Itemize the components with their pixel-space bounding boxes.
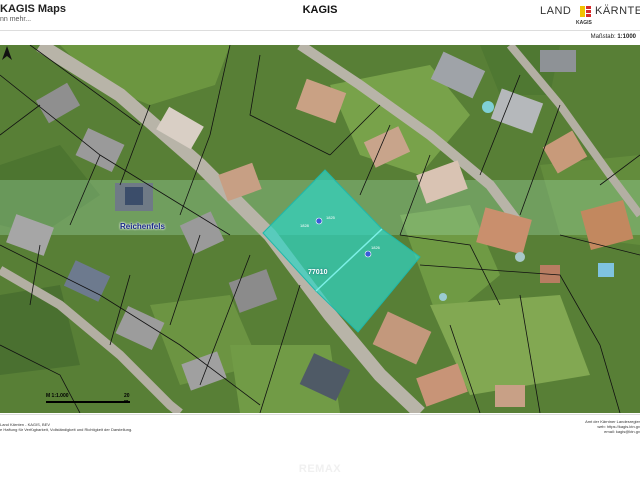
- parcel-number: 1825: [326, 215, 335, 220]
- parcel-marker-lower: [364, 250, 372, 258]
- footer: Land Kärnten - KAGIS, BEV e Haftung für …: [0, 414, 640, 437]
- header: KAGIS Maps nn mehr... KAGIS LAND KÄRNTEN…: [0, 0, 640, 30]
- parcel-number: 1828: [300, 223, 309, 228]
- scale-label: Maßstab:: [590, 34, 616, 40]
- scale-readout: Maßstab: 1:1000: [591, 34, 636, 40]
- coat-of-arms-icon: [580, 6, 591, 17]
- scale-value: 1:1000: [617, 34, 636, 40]
- watermark: REMAX: [298, 463, 342, 475]
- logo-text-right: KÄRNTEN: [595, 5, 640, 17]
- land-kaernten-logo: LAND KÄRNTEN KAGIS: [540, 4, 640, 28]
- footer-contact: Amt der Kärntner Landesregier web: https…: [585, 419, 640, 434]
- parcel-label: 77010: [308, 269, 328, 276]
- footer-right-line: email: kagis@ktn.gv: [604, 429, 640, 434]
- parcel-number: 1826: [371, 245, 380, 250]
- logo-text-left: LAND: [540, 5, 572, 17]
- place-label: Reichenfels: [120, 222, 165, 231]
- map-scale-right: 20 m: [124, 393, 130, 405]
- map-scale-bar: M 1:1.000 20 m: [46, 393, 130, 406]
- scale-line: [46, 401, 130, 403]
- map-view[interactable]: 1825 1826 1828 77010 Reichenfels M 1:1.0…: [0, 45, 640, 413]
- app-subtitle-link[interactable]: nn mehr...: [0, 16, 31, 23]
- footer-attribution: Land Kärnten - KAGIS, BEV e Haftung für …: [0, 422, 132, 432]
- logo-subtitle: KAGIS: [576, 20, 592, 26]
- parcel-marker-upper: [315, 217, 323, 225]
- scale-bar-row: Maßstab: 1:1000: [0, 30, 640, 46]
- north-arrow-icon: [2, 46, 12, 60]
- footer-left-line: e Haftung für Verfügbarkeit, Vollständig…: [0, 427, 133, 432]
- aerial-map: [0, 45, 640, 413]
- map-scale-left: M 1:1.000: [46, 393, 69, 399]
